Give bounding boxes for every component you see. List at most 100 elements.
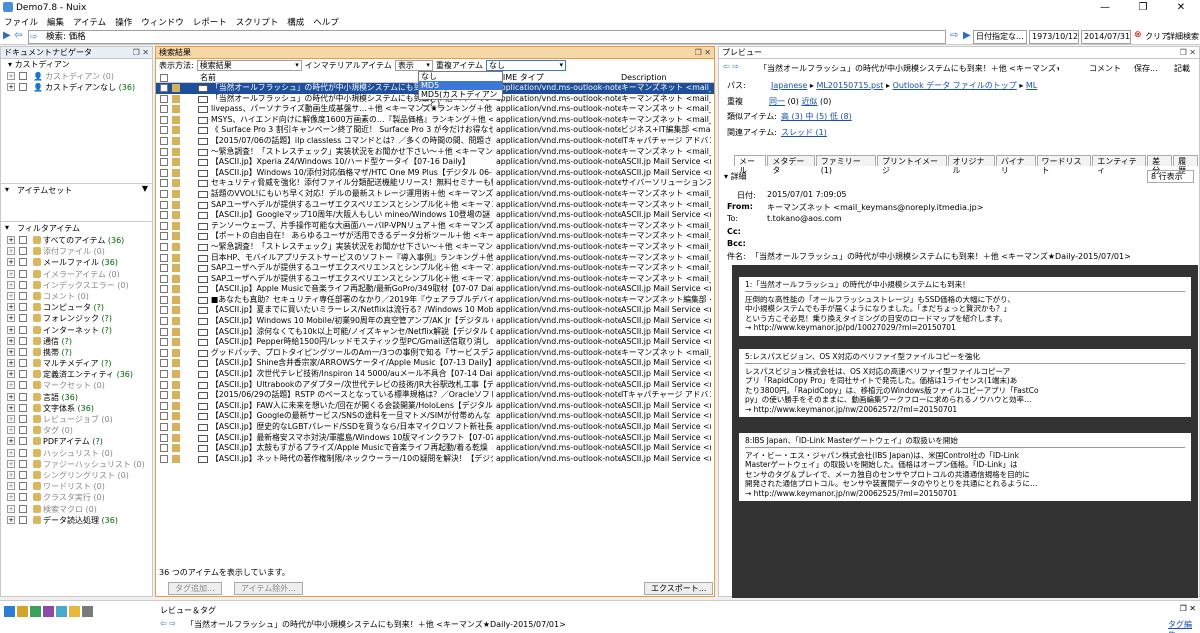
filter-item[interactable]: + 通信 (?) <box>1 336 152 347</box>
filter-item[interactable]: + PDFアイテム (?) <box>1 436 152 447</box>
row-checkbox[interactable] <box>160 115 168 124</box>
maximize-button[interactable]: ❐ <box>1124 2 1162 13</box>
filter-item[interactable]: + インターネット (?) <box>1 325 152 336</box>
row-checkbox[interactable] <box>160 412 168 421</box>
checkbox[interactable] <box>19 482 27 491</box>
checkbox[interactable] <box>19 515 27 524</box>
save-button[interactable]: 保存... <box>1134 63 1158 74</box>
tool-icon[interactable] <box>43 606 54 617</box>
expand-icon[interactable]: + <box>7 280 15 289</box>
filter-item[interactable]: + イメラーアイテム (0) <box>1 269 152 280</box>
row-checkbox[interactable] <box>160 168 168 177</box>
table-row[interactable]: SAPユーザへデルが提供するユーザエクスペリエンスとシンプル化＋他 <キーマンズ… <box>156 200 714 211</box>
checkbox[interactable] <box>19 280 27 289</box>
table-row[interactable]: 【ASCII.jp】夏までに買いたいミラーレス/Netflixは流行る？/Win… <box>156 305 714 316</box>
preview-tab[interactable]: メタデータ <box>767 155 815 175</box>
row-checkbox[interactable] <box>160 147 168 156</box>
expand-icon[interactable]: + <box>7 247 15 256</box>
dropdown-option-none[interactable]: なし <box>419 72 502 81</box>
expand-icon[interactable]: + <box>7 392 15 401</box>
row-checkbox[interactable] <box>160 211 168 220</box>
expand-icon[interactable]: + <box>7 415 15 423</box>
preview-tab[interactable]: プリントイメージ <box>876 155 947 175</box>
related-links[interactable]: スレッド (1) <box>781 127 827 138</box>
search-go-icon[interactable]: ⇨ <box>950 30 958 41</box>
column-description[interactable]: Description <box>621 72 667 83</box>
itemset-header[interactable]: ▾ アイテムセット ▼ <box>1 183 152 196</box>
table-row[interactable]: 【ASCII.jp】太鼓もすがるプライズ/Apple Musicで音楽ライフ再起… <box>156 443 714 454</box>
expand-icon[interactable]: + <box>7 303 15 312</box>
table-row[interactable]: 【ASCII.jp】Windows 10 Mobile/初業90周年の真空管アン… <box>156 316 714 327</box>
row-checkbox[interactable] <box>160 306 168 315</box>
date-to-field[interactable]: 2014/07/31 <box>1081 30 1131 44</box>
filter-item[interactable]: + フォレンジック (?) <box>1 313 152 324</box>
date-from-field[interactable]: 1973/10/12 <box>1029 30 1079 44</box>
filter-item[interactable]: + クラスタ実行 (0) <box>1 492 152 503</box>
filter-item[interactable]: + コメント (0) <box>1 291 152 302</box>
filter-item[interactable]: + 文字体系 (36) <box>1 403 152 414</box>
checkbox[interactable] <box>19 493 27 502</box>
filter-item[interactable]: + メールファイル (36) <box>1 257 152 268</box>
table-row[interactable]: 日本HP、モバイルアプリテストサービスのソフトー『導入事例』ランキング＋他 <キ… <box>156 253 714 264</box>
menu-item[interactable]: アイテム <box>73 16 106 28</box>
filter-item[interactable]: + 言語 (36) <box>1 392 152 403</box>
table-row[interactable]: 【ASCII.jp】次世代テレビ技術/Inspiron 14 5000/auメー… <box>156 369 714 380</box>
immaterial-select[interactable]: 表示 <box>394 60 433 71</box>
row-checkbox[interactable] <box>160 126 168 135</box>
filter-item[interactable]: + すべてのアイテム (36) <box>1 235 152 246</box>
table-row[interactable]: 〜緊急調査！「ストレスチェック」実装状況をお聞かせ下さい〜＋他 <キーマンズ★D… <box>156 242 714 253</box>
path-link[interactable]: Outlook データ ファイルのトップ <box>893 81 1017 90</box>
preview-tab[interactable]: ファミリー (1) <box>815 155 876 175</box>
row-checkbox[interactable] <box>160 179 168 188</box>
row-checkbox[interactable] <box>160 158 168 167</box>
column-mime[interactable]: MIME タイプ <box>496 72 544 83</box>
checkbox[interactable] <box>19 504 27 513</box>
menu-operation[interactable]: 操作 <box>115 16 132 28</box>
expand-icon[interactable]: + <box>7 258 15 267</box>
table-row[interactable]: 【ASCII.jp】Shine含井香宗家/ARROWSケータイ/Apple Mu… <box>156 358 714 369</box>
checkbox[interactable] <box>19 247 27 256</box>
custodian-header[interactable]: ▾ カストディアン <box>1 59 152 71</box>
checkbox[interactable] <box>19 370 27 379</box>
table-row[interactable]: 【2015/07/06の話題】iIp classless コマンドとは？／多くの… <box>156 136 714 147</box>
menu-file[interactable]: ファイル <box>4 16 38 28</box>
row-checkbox[interactable] <box>160 444 168 453</box>
row-checkbox[interactable] <box>160 189 168 198</box>
table-row[interactable]: 話題のVVOL!にもいち早く対応！デルの最新ストレージ運用術＋他 <キーマンズ★… <box>156 189 714 200</box>
pane-controls-icon[interactable]: ❐ ✕ <box>1180 47 1196 58</box>
row-checkbox[interactable] <box>160 391 168 400</box>
checkbox[interactable] <box>19 325 27 334</box>
expand-icon[interactable]: + <box>7 504 15 513</box>
dropdown-option-md5-custodian[interactable]: MD5(カストディアンごと) <box>419 90 502 108</box>
expand-icon[interactable]: + <box>7 482 15 491</box>
filter-item[interactable]: + ワードリスト (0) <box>1 481 152 492</box>
duplicate-select[interactable]: なし <box>486 60 567 71</box>
checkbox[interactable] <box>19 403 27 412</box>
tool-icon[interactable] <box>30 606 41 617</box>
tool-icon[interactable] <box>4 606 15 617</box>
display-mode-select[interactable]: 検索結果 <box>196 60 302 71</box>
row-checkbox[interactable] <box>160 232 168 241</box>
checkbox[interactable] <box>19 448 27 457</box>
expand-icon[interactable]: + <box>7 370 15 379</box>
dropdown-option-md5[interactable]: MD5 <box>419 81 502 90</box>
table-row[interactable]: 《 Surface Pro 3 割引キャンペーン終了間近！ Surface Pr… <box>156 125 714 136</box>
checkbox[interactable] <box>19 336 27 345</box>
run-search-icon[interactable]: ▶ <box>3 30 11 41</box>
checkbox[interactable] <box>19 72 27 80</box>
expand-icon[interactable]: + <box>7 437 15 446</box>
search-input[interactable] <box>28 30 946 44</box>
tool-icon[interactable] <box>56 606 67 617</box>
checkbox[interactable] <box>19 347 27 356</box>
pane-controls-icon[interactable]: ❐ ✕ <box>1180 604 1196 613</box>
expand-icon[interactable]: + <box>7 459 15 468</box>
custodian-item[interactable]: + 👤 カストディアン (0) <box>1 71 152 82</box>
row-checkbox[interactable] <box>160 327 168 336</box>
filter-item[interactable]: + タグ (0) <box>1 425 152 436</box>
preview-tab[interactable]: 履歴 <box>1173 155 1198 175</box>
row-checkbox[interactable] <box>160 359 168 368</box>
filter-items-header[interactable]: ▾ フィルタアイテム <box>1 221 152 234</box>
table-row[interactable]: 〜緊急調査！「ストレスチェック」実装状況をお聞かせ下さい〜＋他 <キーマンズ★D… <box>156 147 714 158</box>
path-link[interactable]: ML20150715.pst <box>816 81 883 90</box>
advanced-search-button[interactable]: 詳細検索 <box>1167 30 1199 44</box>
